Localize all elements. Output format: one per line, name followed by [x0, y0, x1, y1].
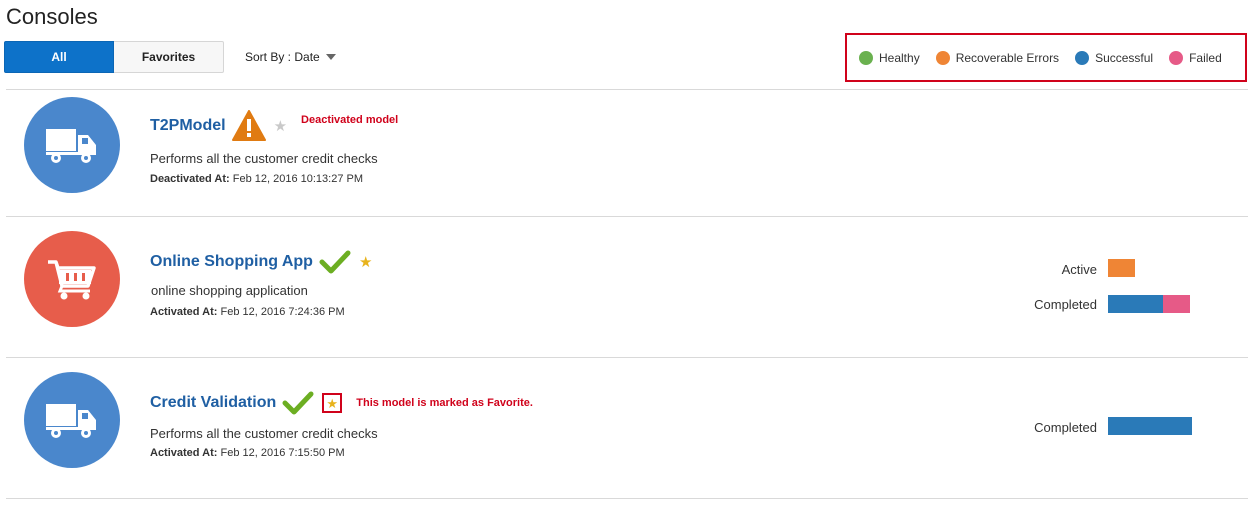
legend-label: Recoverable Errors	[955, 50, 1060, 65]
filter-tabs: All Favorites	[4, 41, 224, 73]
legend-item-failed: Failed	[1169, 50, 1222, 65]
model-timestamp: Activated At: Feb 12, 2016 7:15:50 PM	[150, 447, 345, 459]
model-avatar	[24, 372, 120, 468]
legend-label: Successful	[1095, 50, 1154, 65]
favorite-star-icon[interactable]: ★	[326, 397, 338, 410]
bar-segment-recoverable-errors	[1108, 259, 1135, 277]
tab-all[interactable]: All	[4, 41, 114, 73]
model-avatar	[24, 231, 120, 327]
timestamp-label: Deactivated At:	[150, 173, 230, 185]
failed-dot-icon	[1169, 50, 1184, 65]
cart-icon	[48, 260, 96, 300]
model-name-link[interactable]: Credit Validation	[150, 394, 276, 412]
tab-favorites[interactable]: Favorites	[114, 41, 224, 73]
stat-label-completed: Completed	[1034, 297, 1097, 312]
completed-bar[interactable]	[1108, 417, 1192, 435]
model-name-link[interactable]: T2PModel	[150, 117, 226, 135]
status-legend: Healthy Recoverable Errors Successful Fa…	[845, 33, 1247, 82]
sort-by-label: Sort By : Date	[245, 50, 320, 64]
model-description: Performs all the customer credit checks	[150, 426, 378, 441]
warning-icon	[231, 110, 266, 142]
bar-segment-failed	[1163, 295, 1190, 313]
sort-by-dropdown[interactable]: Sort By : Date	[245, 50, 336, 64]
favorite-highlight: ★	[322, 393, 343, 413]
timestamp-value: Feb 12, 2016 7:15:50 PM	[220, 447, 345, 459]
divider	[6, 498, 1248, 499]
checkmark-icon	[282, 390, 314, 416]
active-bar[interactable]	[1108, 259, 1135, 277]
timestamp-value: Feb 12, 2016 10:13:27 PM	[232, 173, 363, 185]
recoverable-errors-dot-icon	[935, 50, 950, 65]
annotation-text: This model is marked as Favorite.	[356, 397, 533, 409]
favorite-star-icon[interactable]: ★	[274, 119, 287, 134]
console-row-t2pmodel: T2PModel ★ Deactivated model Performs al…	[0, 90, 1260, 216]
model-title-line: Credit Validation ★ This model is marked…	[150, 390, 533, 416]
bar-segment-successful	[1108, 417, 1192, 435]
legend-item-successful: Successful	[1075, 50, 1154, 65]
model-avatar	[24, 97, 120, 193]
annotation-text: Deactivated model	[301, 114, 399, 126]
model-timestamp: Activated At: Feb 12, 2016 7:24:36 PM	[150, 306, 345, 318]
model-title-line: T2PModel ★ Deactivated model	[150, 110, 398, 142]
legend-item-healthy: Healthy	[859, 50, 920, 65]
console-row-online-shopping-app: Online Shopping App ★ online shopping ap…	[0, 217, 1260, 343]
console-row-credit-validation: Credit Validation ★ This model is marked…	[0, 358, 1260, 484]
healthy-dot-icon	[859, 50, 873, 65]
stat-label-completed: Completed	[1034, 420, 1097, 435]
page-title: Consoles	[6, 4, 98, 29]
model-timestamp: Deactivated At: Feb 12, 2016 10:13:27 PM	[150, 173, 363, 185]
timestamp-label: Activated At:	[150, 447, 218, 459]
favorite-star-icon[interactable]: ★	[359, 255, 372, 270]
bar-segment-successful	[1108, 295, 1163, 313]
model-description: Performs all the customer credit checks	[150, 151, 378, 166]
truck-icon	[46, 129, 96, 163]
timestamp-label: Activated At:	[150, 306, 218, 318]
successful-dot-icon	[1075, 50, 1090, 65]
checkmark-icon	[319, 249, 351, 275]
completed-bar[interactable]	[1108, 295, 1190, 313]
legend-label: Failed	[1189, 50, 1222, 65]
legend-label: Healthy	[879, 50, 920, 65]
legend-item-recoverable-errors: Recoverable Errors	[935, 50, 1060, 65]
model-title-line: Online Shopping App ★	[150, 249, 372, 275]
model-name-link[interactable]: Online Shopping App	[150, 253, 313, 271]
stat-label-active: Active	[1061, 262, 1097, 277]
chevron-down-icon	[325, 54, 336, 60]
model-description: online shopping application	[151, 283, 308, 298]
truck-icon	[46, 404, 96, 438]
timestamp-value: Feb 12, 2016 7:24:36 PM	[220, 306, 345, 318]
